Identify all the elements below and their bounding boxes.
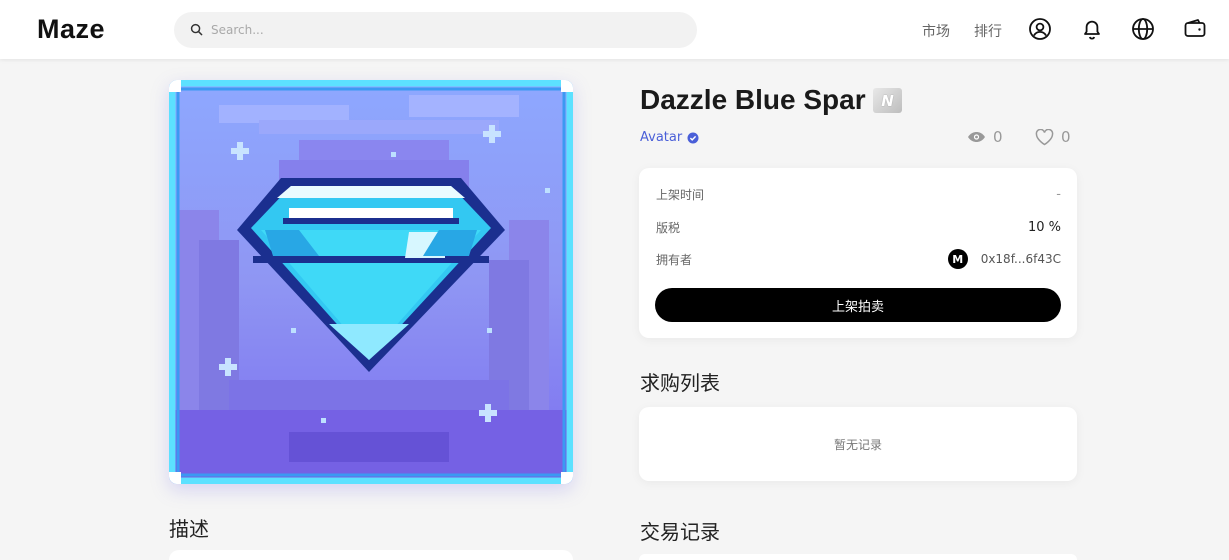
likes-stat[interactable]: 0 <box>1035 128 1071 146</box>
royalty-row: 版税 10 % <box>656 217 1061 237</box>
search-icon <box>190 21 203 40</box>
wallet-icon[interactable] <box>1182 16 1208 42</box>
owner-info[interactable]: M 0x18f...6f43C <box>947 249 1061 269</box>
trades-heading: 交易记录 <box>640 520 720 544</box>
search-input[interactable] <box>211 23 671 37</box>
bell-icon[interactable] <box>1079 16 1105 42</box>
heart-icon[interactable] <box>1035 128 1054 146</box>
owner-address[interactable]: 0x18f...6f43C <box>981 252 1061 266</box>
nav-market[interactable]: 市场 <box>922 21 950 41</box>
bids-heading: 求购列表 <box>640 371 720 395</box>
description-heading: 描述 <box>169 517 209 541</box>
list-auction-button[interactable]: 上架拍卖 <box>655 288 1061 322</box>
owner-avatar[interactable]: M <box>947 249 968 269</box>
views-stat: 0 <box>967 128 1003 146</box>
top-header: Maze 市场 排行 <box>0 0 1229 59</box>
views-count: 0 <box>993 128 1003 146</box>
royalty-value: 10 % <box>1027 219 1061 235</box>
listed-time-value: - <box>1056 186 1061 202</box>
rarity-badge: N <box>873 88 902 113</box>
royalty-label: 版税 <box>656 220 681 235</box>
collection-name[interactable]: Avatar <box>640 130 682 145</box>
maze-logo[interactable]: Maze <box>37 14 105 45</box>
likes-count: 0 <box>1061 128 1071 146</box>
listed-time-row: 上架时间 - <box>656 184 1061 204</box>
verified-icon <box>687 132 699 143</box>
bids-empty-text: 暂无记录 <box>833 437 882 452</box>
description-card <box>169 550 573 560</box>
trades-card <box>639 554 1077 560</box>
user-icon[interactable] <box>1027 16 1053 42</box>
nav-ranking[interactable]: 排行 <box>974 21 1002 41</box>
owner-label: 拥有者 <box>656 252 693 267</box>
globe-icon[interactable] <box>1130 16 1156 42</box>
info-card: 上架时间 - 版税 10 % 拥有者 M 0x18f...6f43C 上架拍卖 <box>639 168 1077 338</box>
listed-time-label: 上架时间 <box>656 187 705 202</box>
diamond-pixel-art-image <box>169 80 573 484</box>
owner-row: 拥有者 M 0x18f...6f43C <box>656 249 1061 269</box>
search-bar[interactable] <box>174 12 697 48</box>
nft-artwork[interactable] <box>169 80 573 484</box>
nft-title: Dazzle Blue Spar <box>640 84 866 115</box>
collection-link[interactable]: Avatar <box>640 130 699 145</box>
eye-icon <box>968 132 985 142</box>
bids-list-card: 暂无记录 <box>639 407 1077 481</box>
